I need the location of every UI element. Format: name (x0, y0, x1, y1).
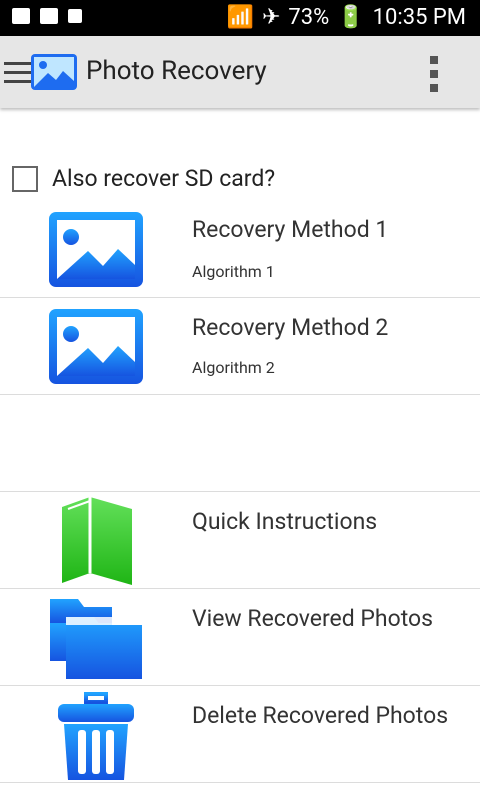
view-recovered-photos-label: View Recovered Photos (192, 605, 434, 632)
method-1-subtitle: Algorithm 1 (192, 262, 275, 281)
recovery-method-1[interactable]: Recovery Method 1 Algorithm 1 (0, 202, 480, 298)
divider (0, 782, 480, 783)
method-1-title: Recovery Method 1 (192, 216, 389, 243)
view-recovered-photos-item[interactable]: View Recovered Photos (0, 589, 480, 686)
menu-icon[interactable] (4, 62, 32, 83)
quick-instructions-item[interactable]: Quick Instructions (0, 492, 480, 589)
status-bar: 📶 ✈ 73% 🔋 10:35 PM (0, 0, 480, 36)
folder-icon (50, 599, 142, 679)
delete-recovered-photos-label: Delete Recovered Photos (192, 702, 449, 729)
book-icon (62, 497, 132, 585)
app-bar: Photo Recovery (0, 36, 480, 108)
quick-instructions-label: Quick Instructions (192, 508, 378, 535)
trash-icon (58, 692, 134, 780)
notification-icons (12, 8, 82, 24)
wifi-icon: 📶 (226, 5, 254, 30)
sd-card-checkbox[interactable] (12, 165, 38, 192)
clock: 10:35 PM (372, 5, 466, 30)
system-icons: 📶 ✈ 73% 🔋 10:35 PM (227, 5, 466, 30)
airplane-icon: ✈ (261, 5, 281, 30)
sd-card-label: Also recover SD card? (52, 165, 276, 192)
method-2-title: Recovery Method 2 (192, 314, 389, 341)
spacer (0, 395, 480, 492)
photo-icon (49, 309, 143, 384)
app-title: Photo Recovery (86, 56, 267, 86)
sd-card-option[interactable]: Also recover SD card? (12, 165, 275, 192)
app-logo-icon (31, 54, 77, 90)
battery-percent: 73% (288, 5, 330, 30)
briefcase-icon (40, 8, 58, 24)
photo-icon (49, 212, 143, 287)
recovery-method-2[interactable]: Recovery Method 2 Algorithm 2 (0, 298, 480, 395)
gmail-icon (12, 8, 30, 24)
delete-recovered-photos-item[interactable]: Delete Recovered Photos (0, 686, 480, 783)
method-2-subtitle: Algorithm 2 (192, 358, 275, 377)
battery-icon: 🔋 (337, 5, 365, 30)
sdcard-icon (68, 9, 82, 23)
overflow-menu-icon[interactable] (430, 56, 440, 92)
